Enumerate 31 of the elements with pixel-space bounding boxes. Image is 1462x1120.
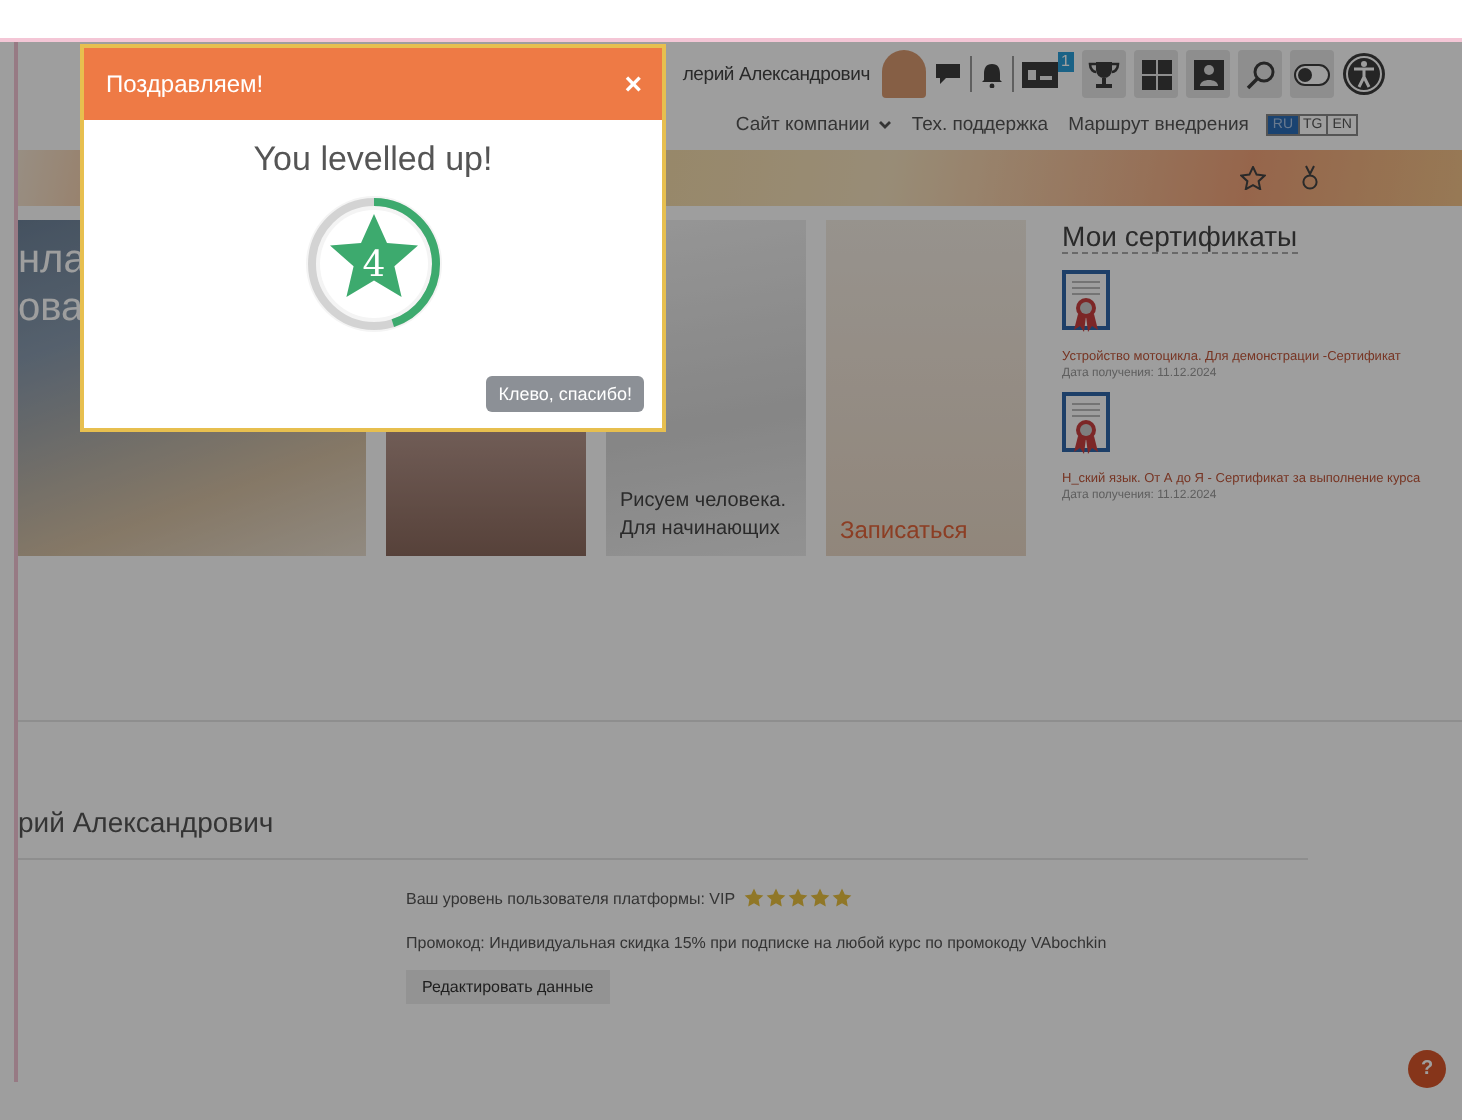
help-button[interactable]: ? [1408, 1050, 1446, 1088]
level-badge-drawing [305, 196, 441, 332]
profile-name: рий Александрович [18, 806, 1308, 860]
trophy-icon[interactable] [1082, 50, 1126, 98]
user-name[interactable]: лерий Александрович [682, 63, 870, 85]
nav-link[interactable]: Сайт компании [735, 113, 892, 135]
toggle-icon[interactable] [1290, 50, 1334, 98]
nav-link[interactable]: Маршрут внедрения [1068, 113, 1249, 135]
modal-heading: You levelled up! [253, 140, 493, 180]
promo-text: Промокод: Индивидуальная скидка 15% при подписке на любой курс по промокоду VAbochkin [406, 933, 1107, 951]
search-icon[interactable] [1238, 50, 1282, 98]
notification-badge: 1 [1057, 52, 1074, 72]
course-title[interactable]: ова [18, 284, 84, 332]
close-button[interactable]: × [624, 67, 642, 101]
medal-icon[interactable] [1302, 164, 1318, 192]
course-title[interactable]: Рисуем человека. [620, 488, 787, 516]
level-number: 4 [361, 244, 385, 286]
nav-link[interactable]: Тех. поддержка [911, 113, 1049, 135]
course-title[interactable]: Для начинающих [620, 516, 780, 544]
star-icon[interactable] [1240, 166, 1266, 190]
grid-icon[interactable] [1134, 50, 1178, 98]
quiz-icon[interactable] [1022, 61, 1058, 87]
certificate-icon[interactable] [1062, 392, 1110, 456]
edit-profile-button[interactable]: Редактировать данные [406, 970, 610, 1004]
certificate-icon[interactable] [1062, 270, 1110, 334]
confirm-button[interactable]: Клево, спасибо! [486, 376, 644, 412]
modal-title: Поздравляем! [106, 70, 264, 98]
accessibility-icon[interactable] [1342, 50, 1386, 98]
section-title: Мои сертификаты [1062, 220, 1298, 254]
user-level-text: Ваш уровень пользователя платформы: VIP [406, 889, 736, 907]
person-board-icon[interactable] [1186, 50, 1230, 98]
